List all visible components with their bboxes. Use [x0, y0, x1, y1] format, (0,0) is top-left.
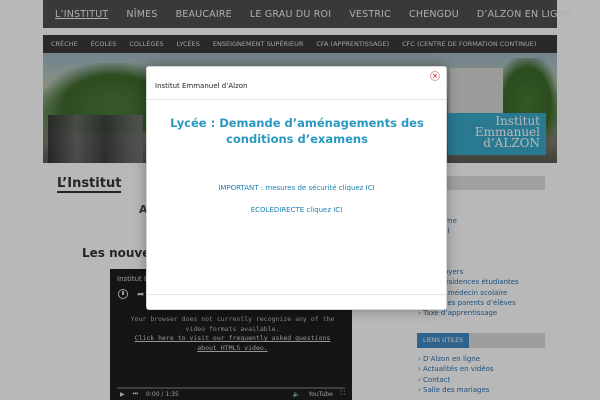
modal-header-divider	[147, 99, 446, 100]
modal-footer-divider	[147, 294, 446, 295]
modal-heading[interactable]: Lycée : Demande d’aménagements des condi…	[157, 115, 437, 147]
modal-title: Institut Emmanuel d’Alzon	[155, 82, 248, 90]
ecoledirecte-link[interactable]: ECOLEDIRECTE cliquez ICI	[147, 206, 446, 214]
close-icon[interactable]: ×	[430, 71, 440, 81]
popup-modal: Institut Emmanuel d’Alzon × Lycée : Dema…	[146, 66, 447, 310]
security-measures-link[interactable]: IMPORTANT : mesures de sécurité cliquez …	[147, 184, 446, 192]
